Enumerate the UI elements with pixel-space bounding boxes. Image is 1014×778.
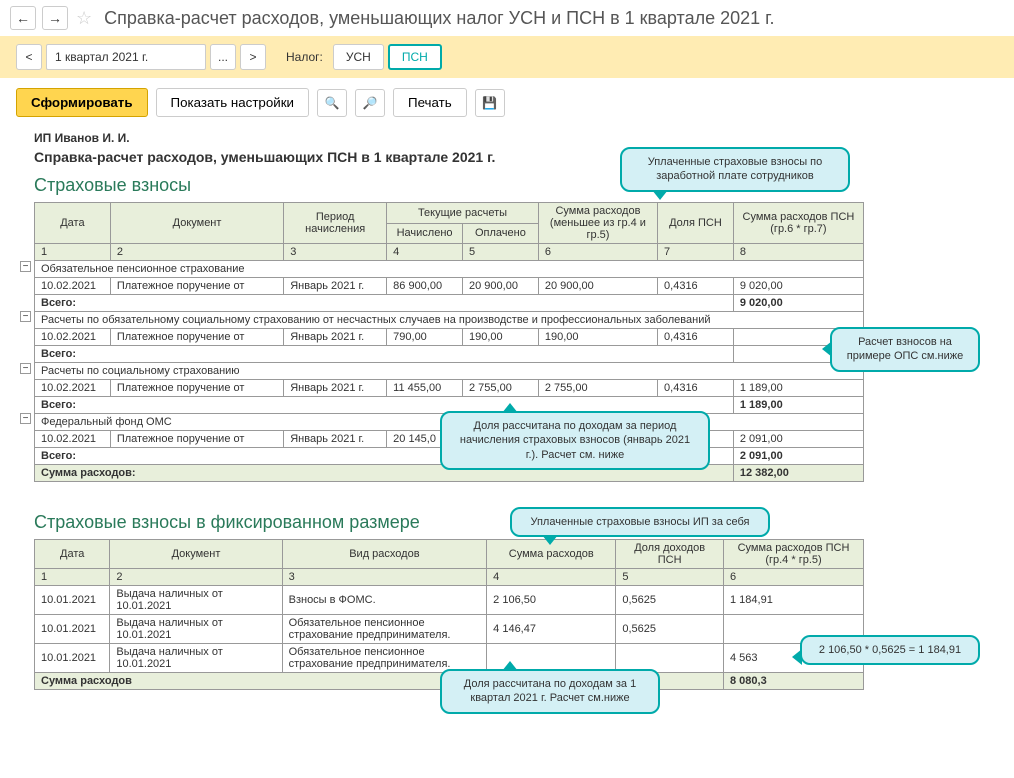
table-row: 10.02.2021 Платежное поручение от Январь… (35, 329, 864, 346)
tax-usn-button[interactable]: УСН (333, 44, 384, 70)
col2-psn: Сумма расходов ПСН (гр.4 * гр.5) (724, 540, 864, 569)
col-current: Текущие расчеты (387, 203, 539, 224)
col2-doc: Документ (110, 540, 282, 569)
col-sum: Сумма расходов (меньшее из гр.4 и гр.5) (538, 203, 657, 244)
back-button[interactable]: ← (10, 6, 36, 30)
collapse-g4[interactable]: − (20, 413, 31, 424)
table-row: 10.01.2021 Выдача наличных от 10.01.2021… (35, 615, 864, 644)
table-row: 10.01.2021 Выдача наличных от 10.01.2021… (35, 586, 864, 615)
period-picker-button[interactable]: ... (210, 44, 236, 70)
group3-name: Расчеты по социальному страхованию (35, 363, 864, 380)
callout-3: Доля рассчитана по доходам за период нач… (440, 411, 710, 470)
callout-1: Уплаченные страховые взносы по заработно… (620, 147, 850, 192)
section1-title: Страховые взносы (34, 175, 994, 196)
favorite-icon[interactable]: ☆ (76, 8, 92, 29)
section2-sum-total: 8 080,3 (724, 673, 864, 690)
col2-share: Доля доходов ПСН (616, 540, 724, 569)
col-share: Доля ПСН (658, 203, 734, 244)
group2-name: Расчеты по обязательному социальному стр… (35, 312, 864, 329)
search-plus-icon[interactable]: 🔍 (317, 89, 347, 117)
collapse-g2[interactable]: − (20, 311, 31, 322)
period-prev-button[interactable]: < (16, 44, 42, 70)
section1-sum-total: 12 382,00 (733, 465, 863, 482)
table-row: 10.02.2021 Платежное поручение от Январь… (35, 380, 864, 397)
search-minus-icon[interactable]: 🔎 (355, 89, 385, 117)
col-paid: Оплачено (463, 223, 539, 244)
col-date: Дата (35, 203, 111, 244)
callout-5: 2 106,50 * 0,5625 = 1 184,91 (800, 635, 980, 665)
table-row: 10.02.2021 Платежное поручение от Январь… (35, 278, 864, 295)
col2-date: Дата (35, 540, 110, 569)
period-next-button[interactable]: > (240, 44, 266, 70)
save-icon[interactable]: 💾 (475, 89, 505, 117)
table-section2: Дата Документ Вид расходов Сумма расходо… (34, 539, 864, 690)
col-period: Период начисления (284, 203, 387, 244)
collapse-g3[interactable]: − (20, 363, 31, 374)
print-button[interactable]: Печать (393, 88, 467, 117)
tax-psn-button[interactable]: ПСН (388, 44, 442, 70)
tax-label: Налог: (286, 50, 323, 64)
period-input[interactable]: 1 квартал 2021 г. (46, 44, 206, 70)
callout-2: Расчет взносов на примере ОПС см.ниже (830, 327, 980, 372)
col-psn: Сумма расходов ПСН (гр.6 * гр.7) (733, 203, 863, 244)
org-name: ИП Иванов И. И. (34, 131, 994, 145)
col-acc: Начислено (387, 223, 463, 244)
generate-button[interactable]: Сформировать (16, 88, 148, 117)
report-title: Справка-расчет расходов, уменьшающих ПСН… (34, 149, 994, 165)
page-title: Справка-расчет расходов, уменьшающих нал… (104, 8, 774, 29)
col2-type: Вид расходов (282, 540, 487, 569)
col-doc: Документ (110, 203, 283, 244)
collapse-g1[interactable]: − (20, 261, 31, 272)
show-settings-button[interactable]: Показать настройки (156, 88, 309, 117)
callout-4: Уплаченные страховые взносы ИП за себя (510, 507, 770, 537)
forward-button[interactable]: → (42, 6, 68, 30)
group1-name: Обязательное пенсионное страхование (35, 261, 864, 278)
callout-6: Доля рассчитана по доходам за 1 квартал … (440, 669, 660, 714)
